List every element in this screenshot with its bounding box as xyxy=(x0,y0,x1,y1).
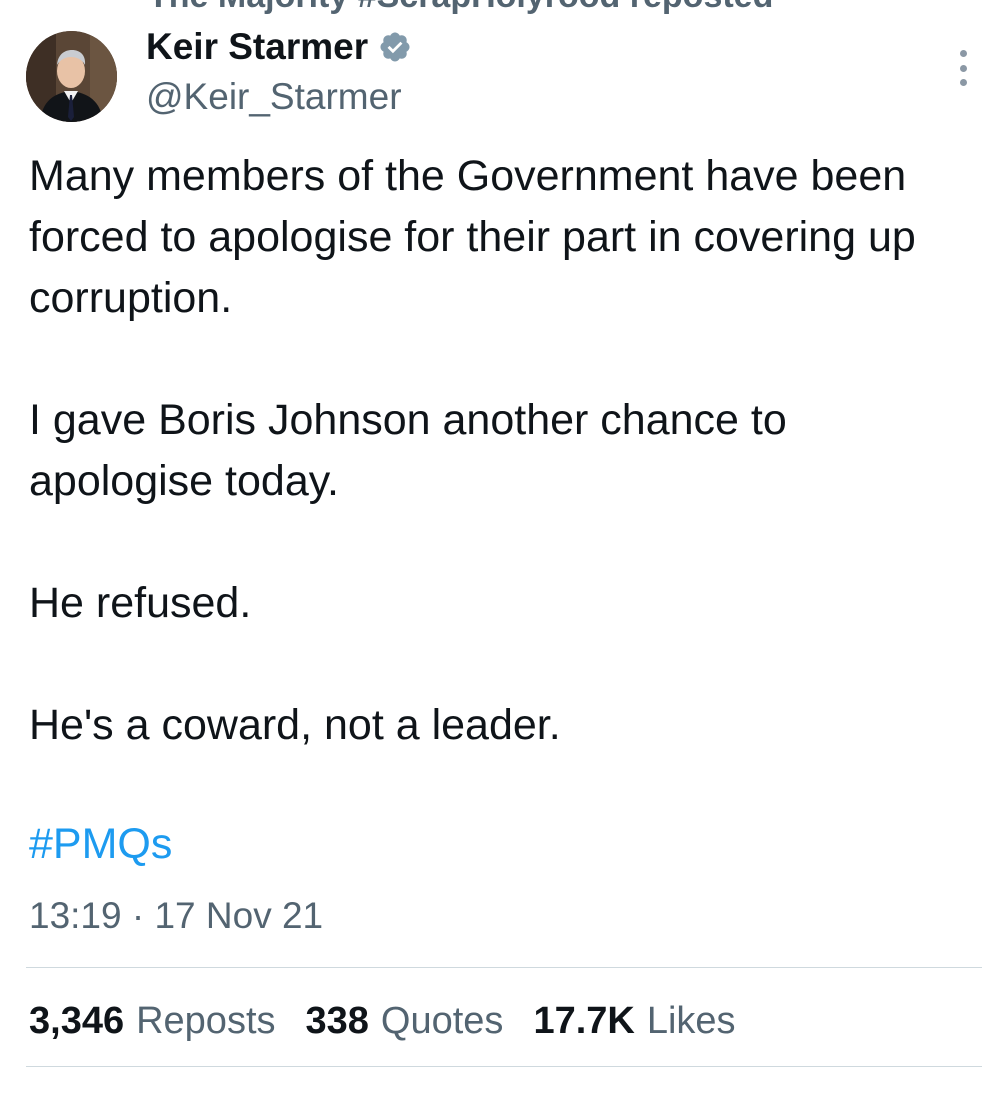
repost-banner: The Majority #ScrapHolyrood reposted xyxy=(148,0,773,14)
reposts-label: Reposts xyxy=(136,1000,276,1042)
name-row: Keir Starmer xyxy=(146,24,412,70)
avatar-image xyxy=(26,31,117,122)
avatar[interactable] xyxy=(26,31,117,122)
quotes-count: 338 xyxy=(305,1000,369,1042)
verified-badge-icon xyxy=(378,30,412,64)
hashtag-link[interactable]: #PMQs xyxy=(29,816,172,872)
tweet-text: Many members of the Government have been… xyxy=(29,146,979,756)
display-name[interactable]: Keir Starmer xyxy=(146,24,368,70)
likes-label: Likes xyxy=(646,1000,736,1042)
divider xyxy=(26,967,982,968)
timestamp[interactable]: 13:19 · 17 Nov 21 xyxy=(29,893,323,939)
dot-icon xyxy=(959,79,967,86)
author-block[interactable]: Keir Starmer @Keir_Starmer xyxy=(146,24,412,120)
reposts-stat[interactable]: 3,346 Reposts xyxy=(29,996,276,1046)
likes-stat[interactable]: 17.7K Likes xyxy=(533,996,735,1046)
more-options-icon[interactable] xyxy=(950,50,976,86)
tweet-paragraph: He's a coward, not a leader. xyxy=(29,701,561,749)
divider xyxy=(26,1066,982,1067)
tweet-paragraph: I gave Boris Johnson another chance to a… xyxy=(29,396,787,505)
likes-count: 17.7K xyxy=(533,1000,635,1042)
quotes-label: Quotes xyxy=(380,1000,504,1042)
engagement-stats: 3,346 Reposts 338 Quotes 17.7K Likes xyxy=(29,996,766,1046)
tweet-paragraph: He refused. xyxy=(29,579,252,627)
dot-icon xyxy=(959,64,967,72)
reposts-count: 3,346 xyxy=(29,1000,125,1042)
quotes-stat[interactable]: 338 Quotes xyxy=(306,996,504,1046)
handle[interactable]: @Keir_Starmer xyxy=(146,74,412,120)
dot-icon xyxy=(959,50,967,57)
tweet-paragraph: Many members of the Government have been… xyxy=(29,152,916,322)
